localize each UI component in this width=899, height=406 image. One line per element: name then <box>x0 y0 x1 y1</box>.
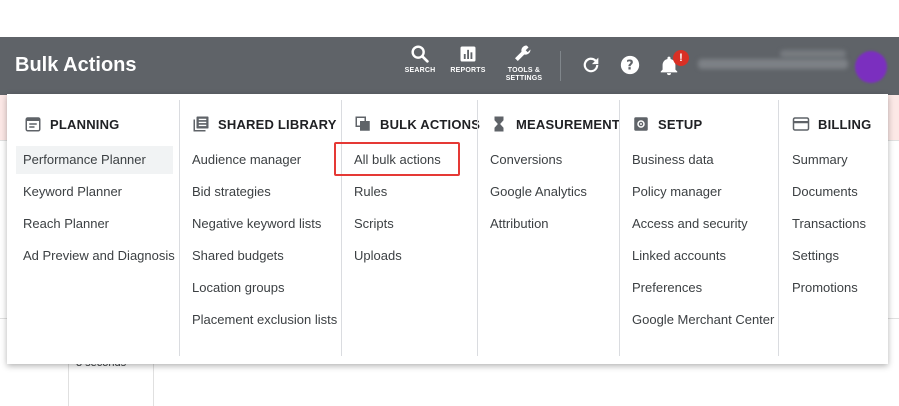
reports-button[interactable]: REPORTS <box>450 41 486 75</box>
planning-column: PLANNING Performance Planner Keyword Pla… <box>7 94 179 356</box>
gear-box-icon <box>634 117 648 131</box>
shared-library-column: SHARED LIBRARY Audience manager Bid stra… <box>180 94 341 356</box>
menu-item-preferences[interactable]: Preferences <box>632 274 702 302</box>
billing-heading-label: BILLING <box>818 116 872 132</box>
menu-item-negative-keyword-lists[interactable]: Negative keyword lists <box>192 210 321 238</box>
svg-text:?: ? <box>626 59 633 74</box>
credit-card-icon <box>792 117 810 131</box>
planning-heading-label: PLANNING <box>50 116 120 132</box>
reports-label: REPORTS <box>450 67 486 74</box>
menu-item-attribution[interactable]: Attribution <box>490 210 549 238</box>
library-grid-icon <box>193 116 209 132</box>
menu-item-summary[interactable]: Summary <box>792 146 848 174</box>
menu-item-scripts[interactable]: Scripts <box>354 210 394 238</box>
tools-label-line2: SETTINGS <box>505 75 543 82</box>
help-icon[interactable]: ? <box>619 53 641 77</box>
setup-column: SETUP Business data Policy manager Acces… <box>620 94 778 356</box>
menu-item-policy-manager[interactable]: Policy manager <box>632 178 722 206</box>
search-label: SEARCH <box>404 67 436 74</box>
menu-item-performance-planner[interactable]: Performance Planner <box>16 146 173 174</box>
menu-item-reach-planner[interactable]: Reach Planner <box>23 210 109 238</box>
menu-item-audience-manager[interactable]: Audience manager <box>192 146 301 174</box>
menu-item-business-data[interactable]: Business data <box>632 146 714 174</box>
menu-item-keyword-planner[interactable]: Keyword Planner <box>23 178 122 206</box>
shared-library-heading: SHARED LIBRARY <box>192 115 337 133</box>
setup-heading: SETUP <box>632 115 702 133</box>
menu-item-transactions[interactable]: Transactions <box>792 210 866 238</box>
menu-item-linked-accounts[interactable]: Linked accounts <box>632 242 726 270</box>
menu-item-placement-exclusion-lists[interactable]: Placement exclusion lists <box>192 306 337 334</box>
account-id-blurred <box>780 50 846 58</box>
measurement-column: MEASUREMENT Conversions Google Analytics… <box>478 94 620 356</box>
calendar-icon <box>25 117 41 132</box>
hourglass-icon <box>494 116 504 132</box>
shared-library-heading-label: SHARED LIBRARY <box>218 116 337 132</box>
tools-label-line1: TOOLS & <box>507 67 541 74</box>
planning-heading: PLANNING <box>24 115 120 133</box>
menu-item-access-and-security[interactable]: Access and security <box>632 210 748 238</box>
bulk-actions-heading-label: BULK ACTIONS <box>380 116 481 132</box>
avatar[interactable] <box>855 51 887 83</box>
menu-item-settings[interactable]: Settings <box>792 242 839 270</box>
menu-item-bid-strategies[interactable]: Bid strategies <box>192 178 271 206</box>
billing-heading: BILLING <box>792 115 871 133</box>
billing-column: BILLING Summary Documents Transactions S… <box>779 94 888 356</box>
bulk-actions-heading: BULK ACTIONS <box>354 115 480 133</box>
menu-item-google-analytics[interactable]: Google Analytics <box>490 178 587 206</box>
wrench-icon <box>515 45 531 61</box>
setup-heading-label: SETUP <box>658 116 703 132</box>
top-strip <box>0 0 899 37</box>
underlying-col-line-1 <box>68 364 69 406</box>
tools-menu-panel: PLANNING Performance Planner Keyword Pla… <box>7 94 888 364</box>
measurement-heading: MEASUREMENT <box>490 115 620 133</box>
menu-item-rules[interactable]: Rules <box>354 178 387 206</box>
refresh-icon[interactable] <box>580 53 602 77</box>
measurement-heading-label: MEASUREMENT <box>516 116 621 132</box>
notification-badge: ! <box>673 50 689 66</box>
menu-item-google-merchant-center[interactable]: Google Merchant Center <box>632 306 774 334</box>
menu-item-location-groups[interactable]: Location groups <box>192 274 285 302</box>
menu-item-conversions[interactable]: Conversions <box>490 146 562 174</box>
menu-item-promotions[interactable]: Promotions <box>792 274 858 302</box>
search-button[interactable]: SEARCH <box>402 41 438 75</box>
page-title: Bulk Actions <box>15 54 137 76</box>
menu-item-documents[interactable]: Documents <box>792 178 858 206</box>
app-header: Bulk Actions SEARCH REPORTS TOOLS & SETT… <box>0 37 899 95</box>
menu-item-all-bulk-actions[interactable]: All bulk actions <box>354 146 441 174</box>
header-divider <box>560 51 561 81</box>
bulk-actions-column: BULK ACTIONS All bulk actions Rules Scri… <box>342 94 480 356</box>
stacked-copy-icon <box>355 116 370 131</box>
underlying-alert-strip-right <box>888 95 899 140</box>
menu-item-ad-preview[interactable]: Ad Preview and Diagnosis <box>23 242 175 270</box>
underlying-col-line-2 <box>153 364 154 406</box>
menu-item-uploads[interactable]: Uploads <box>354 242 402 270</box>
search-icon <box>411 45 429 63</box>
menu-item-shared-budgets[interactable]: Shared budgets <box>192 242 284 270</box>
account-name-blurred <box>698 59 848 69</box>
tools-settings-button[interactable]: TOOLS & SETTINGS <box>500 41 548 83</box>
reports-chart-icon <box>460 46 476 62</box>
